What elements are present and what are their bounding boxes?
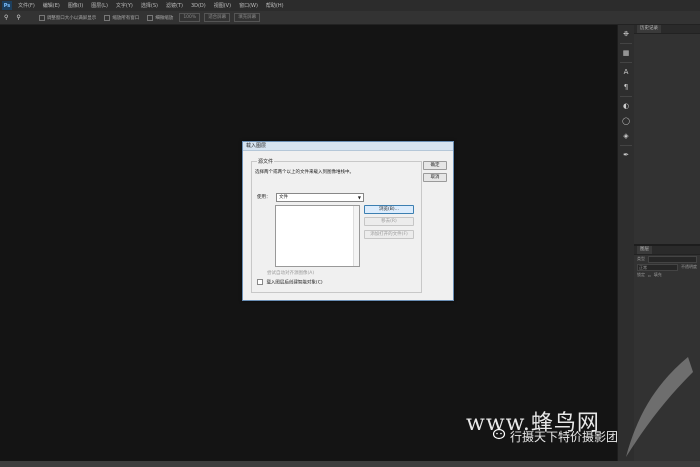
remove-button[interactable]: 移去(R)	[364, 217, 414, 226]
auto-align-label: 尝试自动对齐源图像(A)	[267, 271, 315, 276]
add-open-files-button[interactable]: 添加打开的文件(F)	[364, 230, 414, 239]
menu-edit[interactable]: 编辑(E)	[39, 2, 64, 9]
wechat-logo-icon	[493, 428, 506, 440]
use-select-value: 文件	[279, 195, 288, 200]
menu-3d[interactable]: 3D(D)	[187, 3, 210, 9]
styles-panel-icon[interactable]: ◯	[620, 115, 632, 127]
layers-mode-row: 正常 不透明度	[634, 263, 700, 271]
layers-filter-select[interactable]	[648, 255, 697, 263]
file-list[interactable]	[275, 205, 360, 267]
instruction-text: 选择两个或两个以上的文件来载入到图像堆栈中。	[255, 170, 354, 175]
actual-pixels-button[interactable]: 100%	[179, 13, 201, 22]
use-select[interactable]: 文件 ▼	[276, 193, 364, 202]
feather-watermark-icon	[626, 357, 693, 457]
fill-screen-button[interactable]: 填充屏幕	[234, 13, 261, 22]
history-panel-icon[interactable]: ❉	[620, 28, 632, 40]
watermark-account: 行摄天下特价摄影团	[510, 430, 619, 444]
source-files-group: 源文件 选择两个或两个以上的文件来载入到图像堆栈中。 使用： 文件 ▼ 浏览(B…	[251, 158, 422, 293]
blend-mode-value: 正常	[639, 264, 647, 270]
tab-layers[interactable]: 图层	[637, 246, 652, 254]
layers-kind-label: 类型	[637, 256, 645, 261]
lock-icon[interactable]: ▫	[648, 273, 651, 278]
brush-panel-icon[interactable]: ✒	[620, 149, 632, 161]
resize-window-label: 调整窗口大小以满屏显示	[46, 15, 97, 21]
layers-panel-header: 图层	[634, 246, 700, 255]
fill-label: 填充	[653, 272, 662, 277]
zoom-out-icon[interactable]: ⚲	[12, 14, 24, 21]
menu-view[interactable]: 视图(V)	[210, 2, 235, 9]
smart-object-option[interactable]: 载入图层后创建智能对象(C)	[257, 279, 323, 286]
zoom-all-checkbox[interactable]	[104, 14, 111, 21]
load-layers-dialog: 载入图层 源文件 选择两个或两个以上的文件来载入到图像堆栈中。 使用： 文件 ▼…	[242, 141, 454, 301]
history-panel-body	[634, 34, 700, 246]
strip-divider	[620, 43, 632, 44]
browse-button[interactable]: 浏览(B)...	[364, 205, 414, 214]
resize-window-checkbox[interactable]	[38, 14, 45, 21]
strip-divider	[620, 96, 632, 97]
fit-screen-button[interactable]: 适合屏幕	[204, 13, 231, 22]
ok-button[interactable]: 确定	[423, 161, 447, 170]
chevron-down-icon: ▼	[357, 195, 361, 200]
scrubby-zoom-checkbox[interactable]	[147, 14, 154, 21]
tab-history[interactable]: 历史记录	[637, 25, 661, 33]
menu-type[interactable]: 文字(Y)	[112, 2, 137, 9]
use-label: 使用：	[257, 195, 271, 200]
cancel-button[interactable]: 取消	[423, 173, 447, 182]
zoom-all-label: 缩放所有窗口	[112, 15, 140, 21]
file-list-scrollbar[interactable]	[353, 206, 359, 266]
smart-object-checkbox[interactable]	[257, 279, 263, 285]
adjustments-panel-icon[interactable]: ◐	[620, 100, 632, 112]
menu-select[interactable]: 选择(S)	[137, 2, 162, 9]
paragraph-panel-icon[interactable]: ¶	[620, 81, 632, 93]
photoshop-logo-icon: Ps	[2, 1, 12, 10]
opacity-label: 不透明度	[681, 264, 697, 269]
taskbar	[0, 461, 700, 467]
strip-divider	[620, 62, 632, 63]
layers-filter-row: 类型	[634, 255, 700, 263]
menu-help[interactable]: 帮助(H)	[262, 2, 288, 9]
auto-align-option[interactable]: 尝试自动对齐源图像(A)	[267, 270, 314, 276]
history-panel-header: 历史记录	[634, 25, 700, 34]
properties-panel-icon[interactable]: ▦	[620, 47, 632, 59]
resize-window-option[interactable]: 调整窗口大小以满屏显示	[35, 14, 101, 21]
menu-window[interactable]: 窗口(W)	[235, 2, 262, 9]
zoom-tool-icon[interactable]: ⚲	[0, 14, 12, 21]
menu-file[interactable]: 文件(F)	[14, 2, 39, 9]
source-files-label: 源文件	[257, 158, 275, 165]
smart-object-label: 载入图层后创建智能对象(C)	[266, 280, 323, 286]
swatches-panel-icon[interactable]: ◈	[620, 130, 632, 142]
menu-bar: Ps 文件(F) 编辑(E) 图像(I) 图层(L) 文字(Y) 选择(S) 滤…	[0, 0, 700, 11]
options-bar: ⚲ ⚲ 调整窗口大小以满屏显示 缩放所有窗口 细微缩放 100% 适合屏幕 填充…	[0, 11, 700, 25]
blend-mode-select[interactable]: 正常	[637, 263, 678, 271]
character-panel-icon[interactable]: A	[620, 66, 632, 78]
lock-label: 锁定	[637, 272, 645, 277]
menu-filter[interactable]: 滤镜(T)	[162, 2, 187, 9]
zoom-all-option[interactable]: 缩放所有窗口	[100, 14, 143, 21]
menu-image[interactable]: 图像(I)	[64, 2, 87, 9]
layers-lock-row: 锁定 ▫ 填充	[634, 271, 700, 279]
dialog-title: 载入图层	[243, 142, 453, 151]
menu-layer[interactable]: 图层(L)	[87, 2, 112, 9]
strip-divider	[620, 145, 632, 146]
scrubby-zoom-option[interactable]: 细微缩放	[143, 14, 177, 21]
scrubby-zoom-label: 细微缩放	[155, 15, 174, 21]
